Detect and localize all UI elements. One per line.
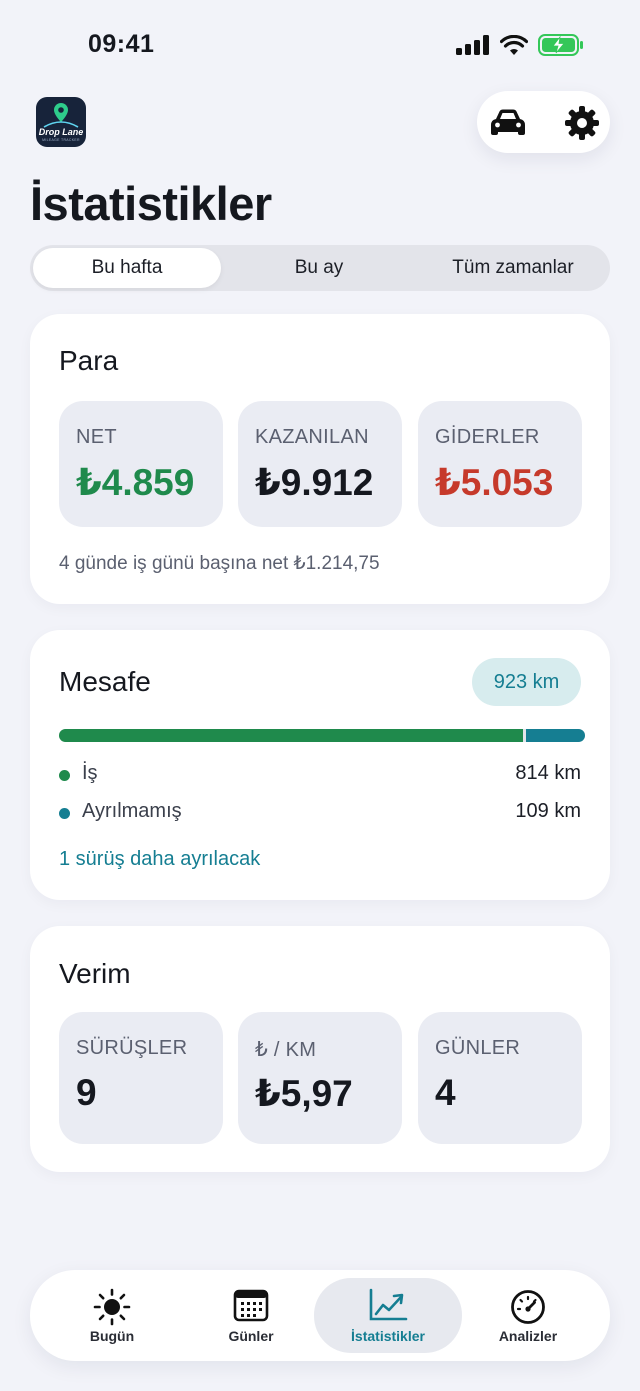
- trips-label: SÜRÜŞLER: [76, 1037, 188, 1059]
- gauge-icon: [511, 1290, 545, 1324]
- earned-value: ₺9.912: [255, 462, 374, 503]
- tab-statistics[interactable]: İstatistikler: [314, 1278, 462, 1353]
- money-card-title: Para: [59, 345, 119, 376]
- segment-this-week[interactable]: Bu hafta: [33, 248, 221, 288]
- map-pin-icon: [43, 103, 79, 128]
- sun-icon: [93, 1288, 131, 1326]
- battery-charging-icon: [538, 34, 583, 56]
- earned-tile: KAZANILAN ₺9.912: [238, 401, 402, 527]
- distance-card: Mesafe 923 km İş 814 km Ayrılmamış 109 k…: [30, 630, 610, 900]
- distance-bar: [59, 729, 585, 742]
- status-icons: [456, 34, 584, 56]
- money-note: 4 günde iş günü başına net ₺1.214,75: [59, 553, 380, 574]
- distance-bar-business: [59, 729, 523, 742]
- segment-this-month[interactable]: Bu ay: [225, 248, 413, 288]
- top-actions: [477, 91, 610, 153]
- earned-label: KAZANILAN: [255, 426, 369, 448]
- expenses-label: GİDERLER: [435, 426, 540, 448]
- days-label: GÜNLER: [435, 1037, 521, 1059]
- legend-label-business: İş: [82, 762, 98, 784]
- chart-icon: [369, 1288, 408, 1321]
- status-bar: 09:41: [0, 0, 640, 90]
- net-label: NET: [76, 426, 117, 448]
- per-km-label: ₺ / KM: [255, 1039, 317, 1061]
- wifi-icon: [500, 35, 528, 55]
- per-km-tile: ₺ / KM ₺5,97: [238, 1012, 402, 1144]
- cellular-signal-icon: [456, 35, 489, 55]
- gear-icon: [565, 106, 599, 140]
- per-km-value: ₺5,97: [255, 1073, 353, 1114]
- legend-dot-unassigned: [59, 808, 70, 819]
- tab-bar: Bugün Günler İstatistikler Analizler: [30, 1270, 610, 1361]
- distance-card-title: Mesafe: [59, 666, 151, 697]
- page-title: İstatistikler: [30, 177, 272, 230]
- net-tile: NET ₺4.859: [59, 401, 223, 527]
- segment-all-time[interactable]: Tüm zamanlar: [419, 248, 607, 288]
- legend-value-business: 814 km: [515, 762, 581, 784]
- money-card: Para NET ₺4.859 KAZANILAN ₺9.912 GİDERLE…: [30, 314, 610, 604]
- tab-days[interactable]: Günler: [177, 1278, 325, 1353]
- tab-insights[interactable]: Analizler: [454, 1278, 602, 1353]
- settings-button[interactable]: [562, 103, 602, 143]
- distance-bar-unassigned: [526, 729, 585, 742]
- legend-label-unassigned: Ayrılmamış: [82, 800, 182, 822]
- days-tile: GÜNLER 4: [418, 1012, 582, 1144]
- logo-subtitle: MILEAGE TRACKER: [42, 138, 80, 142]
- efficiency-card: Verim SÜRÜŞLER 9 ₺ / KM ₺5,97 GÜNLER 4: [30, 926, 610, 1172]
- days-value: 4: [435, 1072, 456, 1113]
- logo-text: Drop Lane: [38, 127, 84, 137]
- tab-days-label: Günler: [228, 1328, 274, 1344]
- tab-insights-label: Analizler: [498, 1328, 558, 1344]
- tab-statistics-label: İstatistikler: [351, 1328, 425, 1344]
- car-icon: [491, 109, 525, 135]
- calendar-icon: [233, 1289, 269, 1322]
- vehicle-button[interactable]: [488, 103, 528, 143]
- trips-tile: SÜRÜŞLER 9: [59, 1012, 223, 1144]
- tab-today-label: Bugün: [89, 1328, 135, 1344]
- assign-trips-link[interactable]: 1 sürüş daha ayrılacak: [59, 848, 260, 871]
- trips-value: 9: [76, 1072, 97, 1113]
- legend-dot-business: [59, 770, 70, 781]
- efficiency-card-title: Verim: [59, 958, 131, 989]
- total-distance-badge: 923 km: [472, 658, 581, 706]
- legend-value-unassigned: 109 km: [515, 800, 581, 822]
- status-time: 09:41: [88, 30, 155, 58]
- period-segmented-control: Bu hafta Bu ay Tüm zamanlar: [30, 245, 610, 291]
- legend-row-business: İş 814 km: [59, 761, 581, 789]
- app-logo: Drop Lane MILEAGE TRACKER: [36, 97, 86, 147]
- expenses-tile: GİDERLER ₺5.053: [418, 401, 582, 527]
- net-value: ₺4.859: [76, 462, 195, 503]
- tab-today[interactable]: Bugün: [38, 1278, 186, 1353]
- expenses-value: ₺5.053: [435, 462, 554, 503]
- legend-row-unassigned: Ayrılmamış 109 km: [59, 799, 581, 827]
